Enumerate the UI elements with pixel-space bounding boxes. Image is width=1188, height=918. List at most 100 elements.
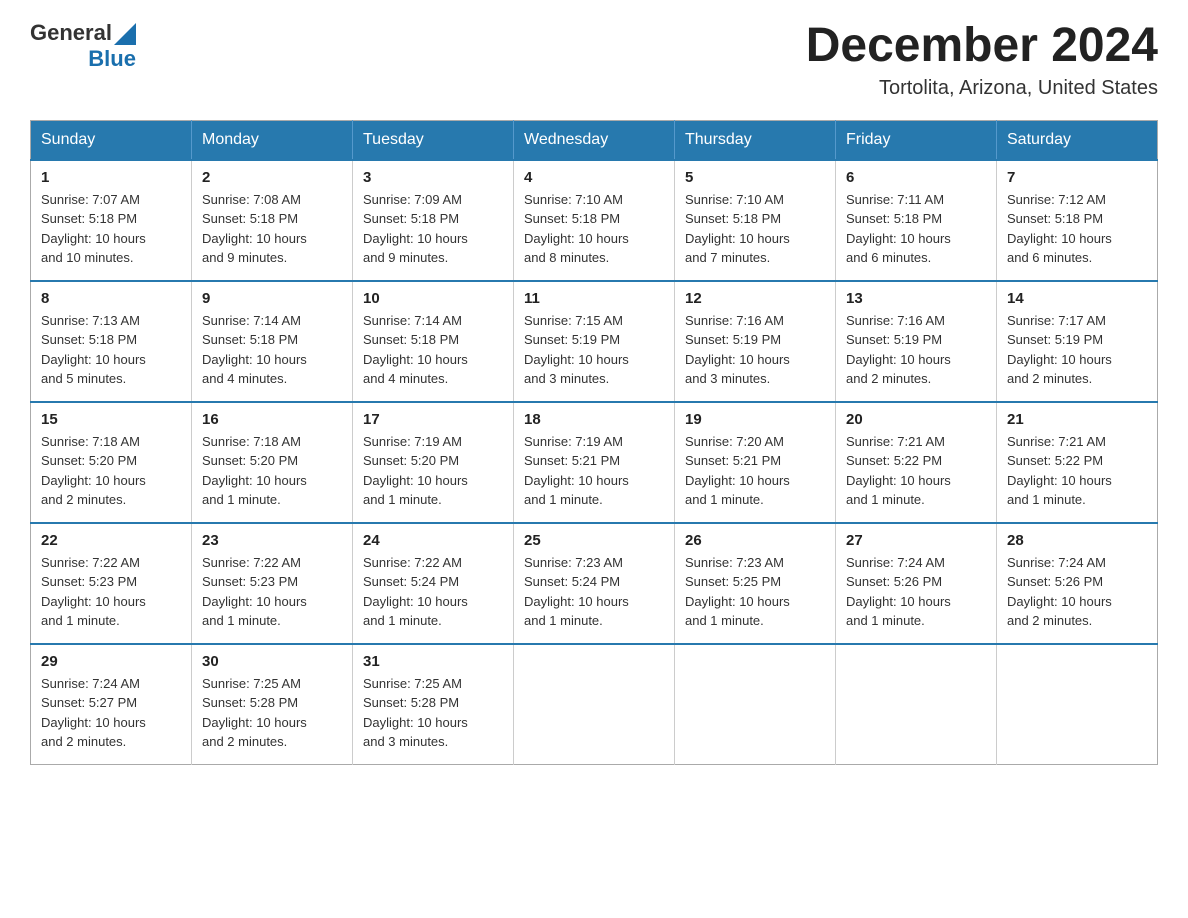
calendar-day-cell (997, 644, 1158, 765)
calendar-day-cell: 30 Sunrise: 7:25 AM Sunset: 5:28 PM Dayl… (192, 644, 353, 765)
day-number: 6 (846, 169, 986, 186)
calendar-day-cell (836, 644, 997, 765)
day-info: Sunrise: 7:10 AM Sunset: 5:18 PM Dayligh… (685, 190, 825, 268)
calendar-day-cell: 1 Sunrise: 7:07 AM Sunset: 5:18 PM Dayli… (31, 160, 192, 281)
calendar-day-cell: 15 Sunrise: 7:18 AM Sunset: 5:20 PM Dayl… (31, 402, 192, 523)
day-number: 9 (202, 290, 342, 307)
calendar-day-cell: 8 Sunrise: 7:13 AM Sunset: 5:18 PM Dayli… (31, 281, 192, 402)
calendar-day-cell (675, 644, 836, 765)
day-info: Sunrise: 7:10 AM Sunset: 5:18 PM Dayligh… (524, 190, 664, 268)
day-number: 29 (41, 653, 181, 670)
calendar-day-cell: 4 Sunrise: 7:10 AM Sunset: 5:18 PM Dayli… (514, 160, 675, 281)
day-info: Sunrise: 7:14 AM Sunset: 5:18 PM Dayligh… (363, 311, 503, 389)
calendar-day-cell: 12 Sunrise: 7:16 AM Sunset: 5:19 PM Dayl… (675, 281, 836, 402)
day-info: Sunrise: 7:16 AM Sunset: 5:19 PM Dayligh… (685, 311, 825, 389)
day-info: Sunrise: 7:24 AM Sunset: 5:26 PM Dayligh… (846, 553, 986, 631)
day-number: 30 (202, 653, 342, 670)
day-info: Sunrise: 7:15 AM Sunset: 5:19 PM Dayligh… (524, 311, 664, 389)
calendar-day-cell: 10 Sunrise: 7:14 AM Sunset: 5:18 PM Dayl… (353, 281, 514, 402)
day-info: Sunrise: 7:22 AM Sunset: 5:24 PM Dayligh… (363, 553, 503, 631)
day-info: Sunrise: 7:08 AM Sunset: 5:18 PM Dayligh… (202, 190, 342, 268)
title-area: December 2024 Tortolita, Arizona, United… (806, 20, 1158, 100)
day-number: 31 (363, 653, 503, 670)
day-number: 2 (202, 169, 342, 186)
day-number: 7 (1007, 169, 1147, 186)
col-friday: Friday (836, 120, 997, 160)
calendar-day-cell: 22 Sunrise: 7:22 AM Sunset: 5:23 PM Dayl… (31, 523, 192, 644)
calendar-day-cell: 16 Sunrise: 7:18 AM Sunset: 5:20 PM Dayl… (192, 402, 353, 523)
logo-triangle-icon (114, 23, 136, 45)
day-number: 16 (202, 411, 342, 428)
location-label: Tortolita, Arizona, United States (806, 77, 1158, 100)
calendar-day-cell (514, 644, 675, 765)
day-info: Sunrise: 7:18 AM Sunset: 5:20 PM Dayligh… (41, 432, 181, 510)
day-number: 24 (363, 532, 503, 549)
calendar-week-row: 15 Sunrise: 7:18 AM Sunset: 5:20 PM Dayl… (31, 402, 1158, 523)
calendar-day-cell: 23 Sunrise: 7:22 AM Sunset: 5:23 PM Dayl… (192, 523, 353, 644)
day-number: 3 (363, 169, 503, 186)
calendar-day-cell: 20 Sunrise: 7:21 AM Sunset: 5:22 PM Dayl… (836, 402, 997, 523)
day-number: 23 (202, 532, 342, 549)
day-info: Sunrise: 7:12 AM Sunset: 5:18 PM Dayligh… (1007, 190, 1147, 268)
calendar-header-row: Sunday Monday Tuesday Wednesday Thursday… (31, 120, 1158, 160)
day-number: 12 (685, 290, 825, 307)
day-info: Sunrise: 7:18 AM Sunset: 5:20 PM Dayligh… (202, 432, 342, 510)
calendar-day-cell: 2 Sunrise: 7:08 AM Sunset: 5:18 PM Dayli… (192, 160, 353, 281)
day-info: Sunrise: 7:21 AM Sunset: 5:22 PM Dayligh… (1007, 432, 1147, 510)
calendar-day-cell: 19 Sunrise: 7:20 AM Sunset: 5:21 PM Dayl… (675, 402, 836, 523)
calendar-day-cell: 9 Sunrise: 7:14 AM Sunset: 5:18 PM Dayli… (192, 281, 353, 402)
day-info: Sunrise: 7:21 AM Sunset: 5:22 PM Dayligh… (846, 432, 986, 510)
day-number: 5 (685, 169, 825, 186)
calendar-day-cell: 28 Sunrise: 7:24 AM Sunset: 5:26 PM Dayl… (997, 523, 1158, 644)
day-number: 28 (1007, 532, 1147, 549)
calendar-day-cell: 26 Sunrise: 7:23 AM Sunset: 5:25 PM Dayl… (675, 523, 836, 644)
day-info: Sunrise: 7:25 AM Sunset: 5:28 PM Dayligh… (202, 674, 342, 752)
day-number: 8 (41, 290, 181, 307)
calendar-day-cell: 5 Sunrise: 7:10 AM Sunset: 5:18 PM Dayli… (675, 160, 836, 281)
calendar-day-cell: 25 Sunrise: 7:23 AM Sunset: 5:24 PM Dayl… (514, 523, 675, 644)
calendar-day-cell: 6 Sunrise: 7:11 AM Sunset: 5:18 PM Dayli… (836, 160, 997, 281)
calendar-day-cell: 31 Sunrise: 7:25 AM Sunset: 5:28 PM Dayl… (353, 644, 514, 765)
calendar-day-cell: 13 Sunrise: 7:16 AM Sunset: 5:19 PM Dayl… (836, 281, 997, 402)
day-info: Sunrise: 7:23 AM Sunset: 5:24 PM Dayligh… (524, 553, 664, 631)
calendar-day-cell: 18 Sunrise: 7:19 AM Sunset: 5:21 PM Dayl… (514, 402, 675, 523)
day-info: Sunrise: 7:25 AM Sunset: 5:28 PM Dayligh… (363, 674, 503, 752)
day-info: Sunrise: 7:17 AM Sunset: 5:19 PM Dayligh… (1007, 311, 1147, 389)
logo: General Blue (30, 20, 136, 72)
day-info: Sunrise: 7:24 AM Sunset: 5:26 PM Dayligh… (1007, 553, 1147, 631)
day-info: Sunrise: 7:16 AM Sunset: 5:19 PM Dayligh… (846, 311, 986, 389)
day-info: Sunrise: 7:14 AM Sunset: 5:18 PM Dayligh… (202, 311, 342, 389)
day-info: Sunrise: 7:11 AM Sunset: 5:18 PM Dayligh… (846, 190, 986, 268)
calendar-day-cell: 11 Sunrise: 7:15 AM Sunset: 5:19 PM Dayl… (514, 281, 675, 402)
month-title: December 2024 (806, 20, 1158, 73)
col-sunday: Sunday (31, 120, 192, 160)
day-info: Sunrise: 7:23 AM Sunset: 5:25 PM Dayligh… (685, 553, 825, 631)
day-info: Sunrise: 7:19 AM Sunset: 5:20 PM Dayligh… (363, 432, 503, 510)
calendar-week-row: 1 Sunrise: 7:07 AM Sunset: 5:18 PM Dayli… (31, 160, 1158, 281)
col-tuesday: Tuesday (353, 120, 514, 160)
logo-general-text: General (30, 20, 112, 46)
calendar-week-row: 29 Sunrise: 7:24 AM Sunset: 5:27 PM Dayl… (31, 644, 1158, 765)
calendar-day-cell: 7 Sunrise: 7:12 AM Sunset: 5:18 PM Dayli… (997, 160, 1158, 281)
calendar-day-cell: 27 Sunrise: 7:24 AM Sunset: 5:26 PM Dayl… (836, 523, 997, 644)
calendar-day-cell: 14 Sunrise: 7:17 AM Sunset: 5:19 PM Dayl… (997, 281, 1158, 402)
calendar-week-row: 8 Sunrise: 7:13 AM Sunset: 5:18 PM Dayli… (31, 281, 1158, 402)
calendar-day-cell: 24 Sunrise: 7:22 AM Sunset: 5:24 PM Dayl… (353, 523, 514, 644)
day-number: 14 (1007, 290, 1147, 307)
page-header: General Blue December 2024 Tortolita, Ar… (30, 20, 1158, 100)
day-info: Sunrise: 7:22 AM Sunset: 5:23 PM Dayligh… (41, 553, 181, 631)
logo-blue-text: Blue (88, 46, 136, 72)
day-number: 25 (524, 532, 664, 549)
calendar-day-cell: 17 Sunrise: 7:19 AM Sunset: 5:20 PM Dayl… (353, 402, 514, 523)
day-info: Sunrise: 7:22 AM Sunset: 5:23 PM Dayligh… (202, 553, 342, 631)
calendar-day-cell: 21 Sunrise: 7:21 AM Sunset: 5:22 PM Dayl… (997, 402, 1158, 523)
day-number: 26 (685, 532, 825, 549)
day-info: Sunrise: 7:09 AM Sunset: 5:18 PM Dayligh… (363, 190, 503, 268)
day-info: Sunrise: 7:13 AM Sunset: 5:18 PM Dayligh… (41, 311, 181, 389)
calendar-week-row: 22 Sunrise: 7:22 AM Sunset: 5:23 PM Dayl… (31, 523, 1158, 644)
day-number: 18 (524, 411, 664, 428)
day-info: Sunrise: 7:07 AM Sunset: 5:18 PM Dayligh… (41, 190, 181, 268)
day-number: 20 (846, 411, 986, 428)
day-number: 11 (524, 290, 664, 307)
col-saturday: Saturday (997, 120, 1158, 160)
